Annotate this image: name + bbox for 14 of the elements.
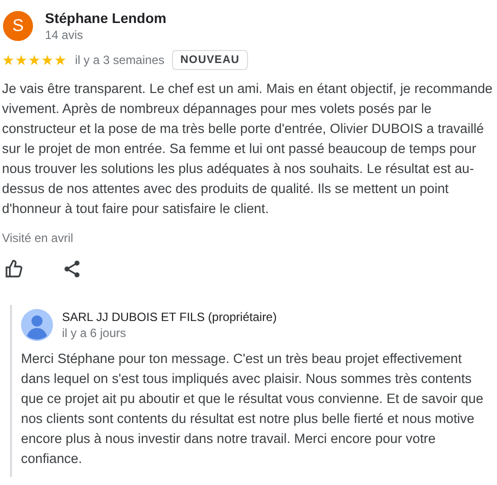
share-button[interactable] — [62, 259, 82, 279]
star-rating: ★★★★★ — [2, 53, 67, 67]
avatar: S — [3, 11, 33, 41]
reviewer-name[interactable]: Stéphane Lendom — [45, 10, 166, 26]
review-time: il y a 3 semaines — [75, 53, 164, 67]
new-badge: NOUVEAU — [172, 50, 248, 70]
owner-name: SARL JJ DUBOIS ET FILS (propriétaire) — [62, 310, 277, 324]
avatar-icon — [21, 309, 53, 341]
reply-text: Merci Stéphane pour ton message. C'est un très beau projet effectivement dans lequel on s'est tous impliqués avec plaisir. Nous sommes très contents que ce projet ait pu aboutir et que le résultat vous convienne. Et de savoir que nos clients sont contents du résultat est notre plus belle fierté et nous motive encore plus à nous investir dans notre travail. Merci encore pour votre confiance. — [21, 350, 484, 468]
visit-date: Visité en avril — [2, 231, 74, 245]
reply-time: il y a 6 jours — [62, 326, 128, 340]
like-button[interactable] — [4, 259, 24, 279]
review-text: Je vais être transparent. Le chef est un ami. Mais en étant objectif, je recommande vivement. Après de nombreux dépannages pour mes volets posés par le constructeur et la pose de ma très belle porte d'entrée, Olivier DUBOIS a travaillé sur le projet de mon entrée. Sa femme et lui ont passé beaucoup de temps pour nous trouver les solutions les plus adéquates à nos souhaits. Le résultat est au-dessus de nos attentes avec des produits de qualité. Ils se mettent un point d'honneur à tout faire pour satisfaire le client. — [2, 80, 493, 218]
review-count: 14 avis — [45, 28, 84, 42]
